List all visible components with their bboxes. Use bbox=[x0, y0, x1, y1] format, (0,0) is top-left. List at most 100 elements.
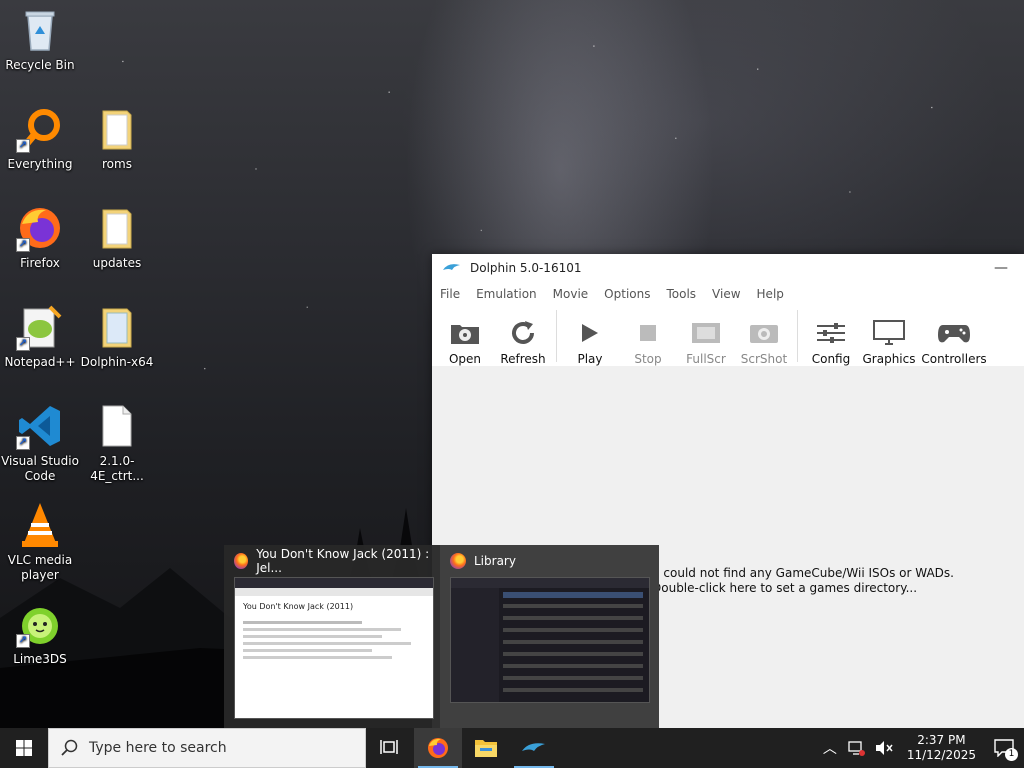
thumbnail-text-line bbox=[243, 642, 412, 645]
thumbnail-text-line bbox=[243, 635, 382, 638]
message-line-2: Double-click here to set a games directo… bbox=[652, 581, 918, 595]
dolphin-toolbar: Open Refresh Play Stop FullScr ScrShot C… bbox=[432, 306, 1024, 371]
dolphin-logo-icon bbox=[443, 264, 460, 270]
taskbar-dolphin[interactable] bbox=[510, 728, 558, 768]
desktop-icon-label: Lime3DS bbox=[13, 652, 67, 666]
refresh-icon bbox=[512, 321, 534, 344]
desktop-icon-roms[interactable]: roms bbox=[77, 105, 157, 172]
dolphin-title-bar[interactable]: Dolphin 5.0-16101 — bbox=[432, 254, 1024, 282]
thumbnail-library-row bbox=[503, 652, 643, 656]
open-icon bbox=[451, 325, 479, 344]
thumbnail-browser-toolbar bbox=[235, 588, 433, 596]
desktop-icon-label: Firefox bbox=[20, 256, 60, 270]
thumbnail-text-line bbox=[243, 656, 392, 659]
start-button[interactable] bbox=[0, 728, 48, 768]
volume-muted-icon[interactable] bbox=[875, 740, 893, 756]
network-icon[interactable] bbox=[847, 740, 865, 756]
desktop-icon-dolphin-x64[interactable]: Dolphin-x64 bbox=[77, 303, 157, 370]
file-explorer-icon bbox=[475, 740, 497, 757]
play-label: Play bbox=[577, 352, 603, 366]
desktop-icon-firefox[interactable]: ↗ Firefox bbox=[0, 204, 80, 271]
thumbnail-library-row bbox=[503, 604, 643, 608]
shortcut-arrow-icon: ↗ bbox=[16, 139, 30, 153]
open-button[interactable]: Open bbox=[436, 318, 494, 366]
firefox-icon: ↗ bbox=[16, 204, 64, 252]
config-button[interactable]: Config bbox=[802, 318, 860, 366]
desktop-icon-lime3ds[interactable]: ↗ Lime3DS bbox=[0, 600, 80, 667]
search-icon bbox=[61, 739, 78, 756]
thumbnail-library-row bbox=[503, 616, 643, 620]
screenshot-label: ScrShot bbox=[740, 352, 788, 366]
graphics-button[interactable]: Graphics bbox=[860, 318, 918, 366]
monitor-icon bbox=[873, 320, 905, 345]
menu-options[interactable]: Options bbox=[596, 287, 658, 301]
stop-icon bbox=[640, 325, 656, 341]
desktop-icon-label: Recycle Bin bbox=[5, 58, 75, 72]
desktop-icon-label: updates bbox=[92, 256, 142, 270]
desktop-icon-file-ctrt[interactable]: 2.1.0-4E_ctrt... bbox=[77, 402, 157, 484]
recycle-bin-icon bbox=[16, 6, 64, 54]
graphics-label: Graphics bbox=[862, 352, 916, 366]
dolphin-window-title: Dolphin 5.0-16101 bbox=[470, 261, 582, 275]
folder-icon bbox=[93, 105, 141, 153]
stop-button[interactable]: Stop bbox=[619, 318, 677, 366]
taskbar-file-explorer[interactable] bbox=[462, 728, 510, 768]
windows-logo-icon bbox=[16, 740, 32, 756]
vlc-icon bbox=[16, 501, 64, 549]
config-label: Config bbox=[811, 352, 851, 366]
menu-movie[interactable]: Movie bbox=[545, 287, 597, 301]
desktop-icon-updates[interactable]: updates bbox=[77, 204, 157, 271]
menu-help[interactable]: Help bbox=[749, 287, 792, 301]
shortcut-arrow-icon: ↗ bbox=[16, 238, 30, 252]
thumbnail-library-sidebar bbox=[451, 588, 499, 702]
gamepad-icon bbox=[938, 325, 970, 343]
thumbnail-library-row bbox=[503, 664, 643, 668]
menu-emulation[interactable]: Emulation bbox=[468, 287, 545, 301]
refresh-label: Refresh bbox=[500, 352, 546, 366]
screenshot-button[interactable]: ScrShot bbox=[735, 318, 793, 366]
controllers-button[interactable]: Controllers bbox=[918, 318, 990, 366]
controllers-label: Controllers bbox=[921, 352, 987, 366]
task-view-button[interactable] bbox=[366, 728, 414, 768]
menu-file[interactable]: File bbox=[432, 287, 468, 301]
thumbnail-preview-image bbox=[450, 577, 650, 703]
thumbnail-library-row bbox=[503, 628, 643, 632]
menu-view[interactable]: View bbox=[704, 287, 748, 301]
thumbnail-page-heading: You Don't Know Jack (2011) bbox=[243, 602, 354, 611]
taskbar-firefox[interactable] bbox=[414, 728, 462, 768]
menu-tools[interactable]: Tools bbox=[658, 287, 704, 301]
taskbar-clock[interactable]: 2:37 PM 11/12/2025 bbox=[899, 733, 984, 763]
thumbnail-text-line bbox=[243, 621, 362, 624]
taskbar: Type here to search ︿ 2:37 PM 11/12/2025… bbox=[0, 728, 1024, 768]
stop-label: Stop bbox=[634, 352, 662, 366]
desktop-icon-notepad-plus-plus[interactable]: ↗ Notepad++ bbox=[0, 303, 80, 370]
desktop-icon-everything[interactable]: ↗ Everything bbox=[0, 105, 80, 172]
shortcut-arrow-icon: ↗ bbox=[16, 337, 30, 351]
everything-icon: ↗ bbox=[16, 105, 64, 153]
thumbnail-library-row bbox=[503, 676, 643, 680]
taskbar-search-box[interactable]: Type here to search bbox=[48, 728, 366, 768]
firefox-icon bbox=[428, 738, 448, 758]
thumbnail-library-row bbox=[503, 640, 643, 644]
thumbnail-library-row bbox=[503, 592, 643, 598]
desktop-icon-vscode[interactable]: ↗ Visual Studio Code bbox=[0, 402, 80, 484]
desktop-icon-recycle-bin[interactable]: Recycle Bin bbox=[0, 6, 80, 73]
message-line-1: n could not find any GameCube/Wii ISOs o… bbox=[652, 566, 954, 580]
play-icon bbox=[582, 324, 598, 342]
firefox-icon bbox=[234, 553, 249, 569]
refresh-button[interactable]: Refresh bbox=[494, 318, 552, 366]
fullscreen-button[interactable]: FullScr bbox=[677, 318, 735, 366]
system-tray: ︿ 2:37 PM 11/12/2025 1 bbox=[817, 728, 1024, 768]
thumbnail-text-line bbox=[243, 649, 372, 652]
thumbnail-firefox-library[interactable]: Library bbox=[440, 545, 659, 728]
thumbnail-firefox-jack[interactable]: You Don't Know Jack (2011) : Jel... You … bbox=[224, 545, 436, 728]
thumbnail-title: Library bbox=[474, 554, 516, 568]
play-button[interactable]: Play bbox=[561, 318, 619, 366]
desktop-icon-vlc[interactable]: VLC media player bbox=[0, 501, 80, 583]
empty-game-list-message[interactable]: n could not find any GameCube/Wii ISOs o… bbox=[652, 566, 954, 596]
config-sliders-icon bbox=[817, 323, 845, 343]
action-center-button[interactable]: 1 bbox=[984, 728, 1024, 768]
minimize-button[interactable]: — bbox=[978, 260, 1024, 276]
thumbnail-title: You Don't Know Jack (2011) : Jel... bbox=[256, 547, 430, 575]
show-hidden-icons-chevron-icon[interactable]: ︿ bbox=[817, 738, 843, 758]
